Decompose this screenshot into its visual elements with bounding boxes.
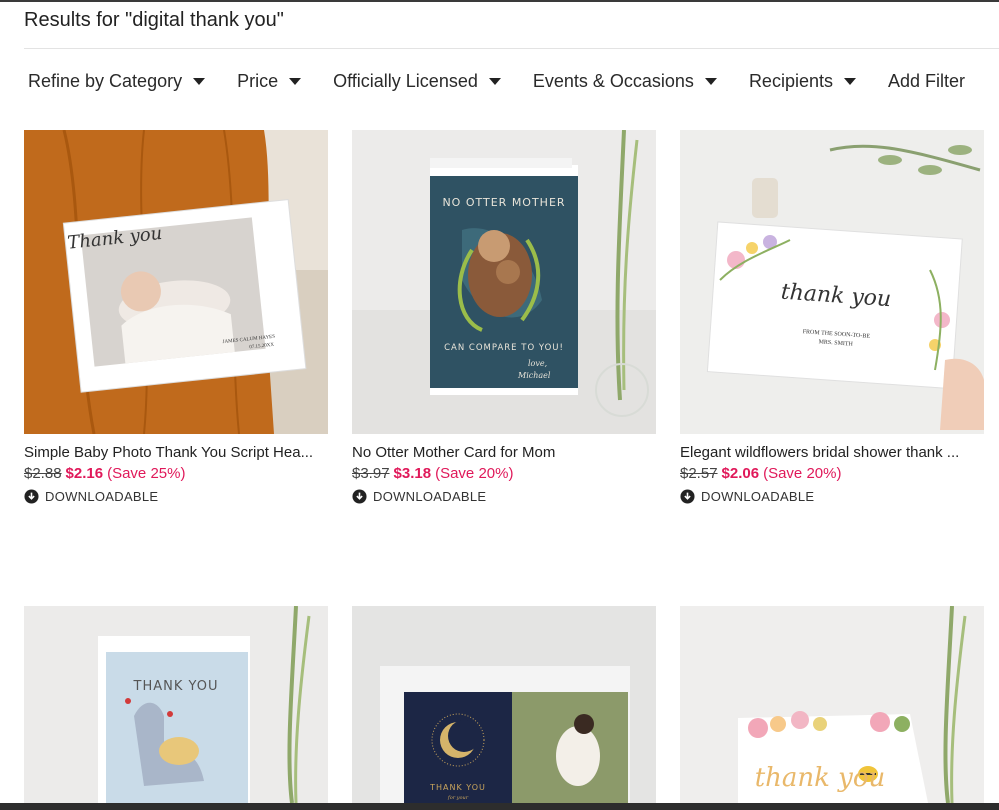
chevron-down-icon	[704, 78, 717, 85]
original-price: $2.88	[24, 465, 62, 482]
card-top-text: THANK YOU	[429, 783, 486, 792]
product-card: NO OTTER MOTHER CAN COMPARE TO YOU! love…	[352, 130, 656, 504]
top-border	[0, 0, 999, 2]
card-bottom-text: CAN COMPARE TO YOU!	[444, 343, 564, 353]
product-price: $2.88 $2.16 (Save 25%)	[24, 465, 328, 482]
sale-price: $2.16	[65, 465, 104, 482]
card-sub-text: for your	[447, 795, 469, 801]
product-title[interactable]: No Otter Mother Card for Mom	[352, 444, 656, 461]
product-price: $2.57 $2.06 (Save 20%)	[680, 465, 984, 482]
product-image[interactable]: THANK YOU for your	[352, 606, 656, 803]
card-top-text: THANK YOU	[133, 679, 219, 694]
filter-label: Refine by Category	[28, 70, 183, 91]
download-circle-icon	[680, 489, 695, 504]
downloadable-badge: DOWNLOADABLE	[680, 489, 984, 504]
product-card: THANK YOU for your	[352, 606, 656, 803]
download-circle-icon	[24, 489, 39, 504]
product-image[interactable]: NO OTTER MOTHER CAN COMPARE TO YOU! love…	[352, 130, 656, 434]
filter-label: Price	[237, 70, 279, 91]
chevron-down-icon	[843, 78, 856, 85]
product-image[interactable]: Thank you JAMES CALUM HAYES 07.15.20XX	[24, 130, 328, 434]
add-filter-button[interactable]: Add Filter	[888, 71, 965, 92]
sale-price: $2.06	[721, 465, 760, 482]
sale-price: $3.18	[393, 465, 432, 482]
savings-text: (Save 25%)	[107, 465, 186, 482]
download-circle-icon	[352, 489, 367, 504]
product-title[interactable]: Simple Baby Photo Thank You Script Hea..…	[24, 444, 328, 461]
filter-events-occasions[interactable]: Events & Occasions	[533, 71, 717, 92]
filter-label: Add Filter	[887, 70, 966, 91]
downloadable-badge: DOWNLOADABLE	[352, 489, 656, 504]
filter-recipients[interactable]: Recipients	[749, 71, 856, 92]
product-title[interactable]: Elegant wildflowers bridal shower thank …	[680, 444, 984, 461]
product-card: thank you FROM THE SOON-TO-BE MRS. SMITH…	[680, 130, 984, 504]
filter-officially-licensed[interactable]: Officially Licensed	[333, 71, 501, 92]
card-top-text: NO OTTER MOTHER	[442, 196, 565, 209]
original-price: $2.57	[680, 465, 718, 482]
filter-category[interactable]: Refine by Category	[28, 70, 206, 92]
chevron-down-icon	[488, 78, 501, 85]
card-sign-name: Michael	[517, 371, 551, 380]
downloadable-badge: DOWNLOADABLE	[24, 489, 328, 504]
filter-label: Events & Occasions	[532, 70, 694, 91]
product-card: THANK YOU	[24, 606, 328, 803]
original-price: $3.97	[352, 465, 390, 482]
filter-label: Officially Licensed	[333, 70, 478, 91]
bottom-bar	[0, 803, 999, 810]
badge-label: DOWNLOADABLE	[45, 489, 159, 504]
card-script: thank you	[755, 763, 886, 793]
chevron-down-icon	[289, 78, 302, 85]
savings-text: (Save 20%)	[763, 465, 842, 482]
product-image[interactable]: thank you	[680, 606, 984, 803]
savings-text: (Save 20%)	[435, 465, 514, 482]
results-heading: Results for "digital thank you"	[24, 9, 284, 31]
chevron-down-icon	[193, 78, 206, 85]
filter-label: Recipients	[748, 70, 833, 91]
divider	[24, 48, 999, 49]
product-card: thank you	[680, 606, 984, 803]
product-card: Thank you JAMES CALUM HAYES 07.15.20XX S…	[24, 130, 328, 504]
product-image[interactable]: THANK YOU	[24, 606, 328, 803]
badge-label: DOWNLOADABLE	[701, 489, 815, 504]
product-price: $3.97 $3.18 (Save 20%)	[352, 465, 656, 482]
filter-bar: Refine by Category Price Officially Lice…	[28, 68, 965, 94]
card-sign: love,	[528, 359, 547, 368]
badge-label: DOWNLOADABLE	[373, 489, 487, 504]
filter-price[interactable]: Price	[237, 70, 302, 92]
product-image[interactable]: thank you FROM THE SOON-TO-BE MRS. SMITH	[680, 130, 984, 434]
